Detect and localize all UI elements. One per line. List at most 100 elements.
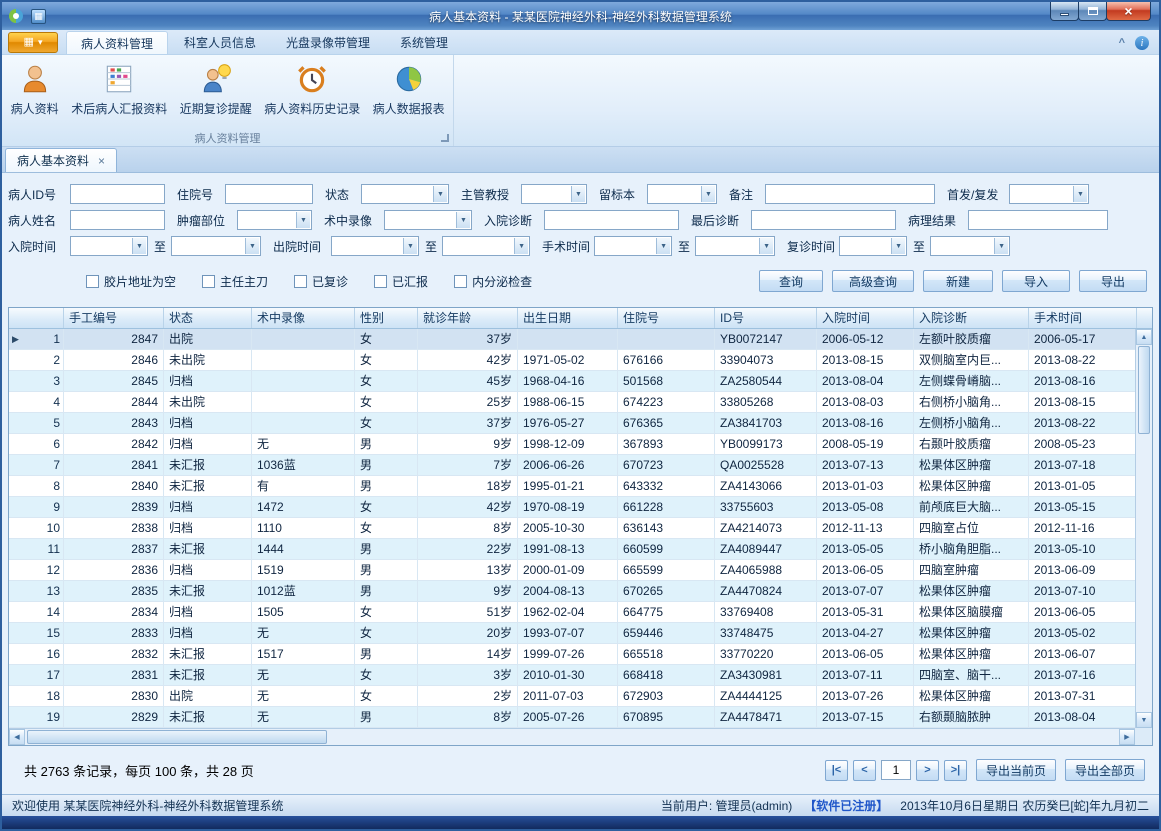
ribbon-button-patient-report[interactable]: 病人数据报表 [366,58,451,128]
column-header-manual-no[interactable]: 手工编号 [64,308,164,328]
export-current-page-button[interactable]: 导出当前页 [976,759,1056,781]
dropdown-arrow-icon[interactable]: ▼ [656,238,670,254]
info-icon[interactable]: i [1135,36,1149,50]
query-button[interactable]: 查询 [759,270,823,292]
doc-tab-patient-basic-data[interactable]: 病人基本资料 × [5,148,117,172]
dropdown-arrow-icon[interactable]: ▼ [132,238,146,254]
table-row[interactable]: 102838归档1110女8岁2005-10-30636143ZA4214073… [9,518,1137,539]
dropdown-arrow-icon[interactable]: ▼ [245,238,259,254]
dropdown-arrow-icon[interactable]: ▼ [571,186,585,202]
next-page-button[interactable]: > [916,760,939,781]
column-header-surgery-video[interactable]: 术中录像 [252,308,355,328]
checkbox-film-address-empty[interactable]: 胶片地址为空 [86,273,176,290]
table-row[interactable]: 92839归档1472女42岁1970-08-19661228337556032… [9,497,1137,518]
table-row[interactable]: 32845归档女45岁1968-04-16501568ZA25805442013… [9,371,1137,392]
ribbon-button-patient-history[interactable]: 病人资料历史记录 [258,58,366,128]
table-row[interactable]: ▶12847出院女37岁YB00721472006-05-12左额叶胶质瘤200… [9,329,1137,350]
registration-status[interactable]: 【软件已注册】 [804,797,888,814]
table-row[interactable]: 112837未汇报1444男22岁1991-08-13660599ZA40894… [9,539,1137,560]
patient-name-input[interactable] [70,210,165,230]
column-header-surgery-date[interactable]: 手术时间 [1029,308,1137,328]
admission-diagnosis-input[interactable] [544,210,679,230]
column-header-status[interactable]: 状态 [164,308,252,328]
surgery-date-to[interactable]: ▼ [695,236,775,256]
discharge-date-to[interactable]: ▼ [442,236,530,256]
ribbon-button-revisit-reminder[interactable]: 近期复诊提醒 [173,58,258,128]
dropdown-arrow-icon[interactable]: ▼ [1073,186,1087,202]
table-row[interactable]: 142834归档1505女51岁1962-02-0466477533769408… [9,602,1137,623]
prev-page-button[interactable]: < [853,760,876,781]
dialog-launcher-icon[interactable] [441,134,449,142]
import-button[interactable]: 导入 [1002,270,1070,292]
dropdown-arrow-icon[interactable]: ▼ [994,238,1008,254]
dropdown-arrow-icon[interactable]: ▼ [433,186,447,202]
dropdown-arrow-icon[interactable]: ▼ [701,186,715,202]
checkbox-reported[interactable]: 已汇报 [374,273,428,290]
status-select[interactable]: ▼ [361,184,449,204]
ribbon-tab-system-management[interactable]: 系统管理 [386,31,462,54]
patient-id-input[interactable] [70,184,165,204]
advanced-query-button[interactable]: 高级查询 [832,270,914,292]
admission-date-to[interactable]: ▼ [171,236,261,256]
ribbon-tab-patient-data-management[interactable]: 病人资料管理 [66,31,168,54]
dropdown-arrow-icon[interactable]: ▼ [403,238,417,254]
maximize-button[interactable] [1078,2,1107,21]
table-row[interactable]: 22846未出院女42岁1971-05-02676166339040732013… [9,350,1137,371]
column-header-admission-date[interactable]: 入院时间 [817,308,914,328]
ribbon-button-postop-report-data[interactable]: 术后病人汇报资料 [65,58,173,128]
column-header-admission-diagnosis[interactable]: 入院诊断 [914,308,1029,328]
pathology-result-input[interactable] [968,210,1108,230]
quick-access-icon[interactable]: ▦ [31,9,46,24]
table-row[interactable]: 192829未汇报无男8岁2005-07-26670895ZA447847120… [9,707,1137,728]
dropdown-arrow-icon[interactable]: ▼ [456,212,470,228]
table-row[interactable]: 122836归档1519男13岁2000-01-09665599ZA406598… [9,560,1137,581]
minimize-button[interactable] [1050,2,1079,21]
table-row[interactable]: 62842归档无男9岁1998-12-09367893YB00991732008… [9,434,1137,455]
export-all-pages-button[interactable]: 导出全部页 [1065,759,1145,781]
dropdown-arrow-icon[interactable]: ▼ [514,238,528,254]
app-menu-button[interactable]: ▦ ▾ [8,32,58,53]
discharge-date-from[interactable]: ▼ [331,236,419,256]
surgery-date-from[interactable]: ▼ [594,236,672,256]
surgery-video-select[interactable]: ▼ [384,210,472,230]
vertical-scrollbar[interactable]: ▲ ▼ [1135,329,1152,728]
close-tab-icon[interactable]: × [98,155,105,167]
admission-date-from[interactable]: ▼ [70,236,148,256]
close-button[interactable]: × [1106,2,1151,21]
vertical-scroll-thumb[interactable] [1138,346,1150,434]
table-row[interactable]: 52843归档女37岁1976-05-27676365ZA38417032013… [9,413,1137,434]
horizontal-scrollbar[interactable]: ◀ ▶ [9,728,1135,745]
dropdown-arrow-icon[interactable]: ▼ [759,238,773,254]
final-diagnosis-input[interactable] [751,210,896,230]
table-row[interactable]: 132835未汇报1012蓝男9岁2004-08-13670265ZA44708… [9,581,1137,602]
checkbox-chief-surgeon[interactable]: 主任主刀 [202,273,268,290]
horizontal-scroll-thumb[interactable] [27,730,327,744]
dropdown-arrow-icon[interactable]: ▼ [891,238,905,254]
ribbon-button-patient-data[interactable]: 病人资料 [4,58,65,128]
scroll-left-icon[interactable]: ◀ [9,729,25,745]
table-row[interactable]: 82840未汇报有男18岁1995-01-21643332ZA414306620… [9,476,1137,497]
ribbon-tab-department-staff[interactable]: 科室人员信息 [170,31,270,54]
table-row[interactable]: 172831未汇报无女3岁2010-01-30668418ZA343098120… [9,665,1137,686]
table-row[interactable]: 152833归档无女20岁1993-07-0765944633748475201… [9,623,1137,644]
scroll-down-icon[interactable]: ▼ [1136,712,1152,728]
column-header-inpatient-no[interactable]: 住院号 [618,308,715,328]
remark-input[interactable] [765,184,935,204]
page-number-input[interactable] [881,760,911,780]
scroll-right-icon[interactable]: ▶ [1119,729,1135,745]
checkbox-endocrine-exam[interactable]: 内分泌检查 [454,273,532,290]
tumor-site-select[interactable]: ▼ [237,210,312,230]
table-row[interactable]: 42844未出院女25岁1988-06-15674223338052682013… [9,392,1137,413]
export-button[interactable]: 导出 [1079,270,1147,292]
ribbon-tab-disc-video-management[interactable]: 光盘录像带管理 [272,31,384,54]
column-header-age-at-visit[interactable]: 就诊年龄 [418,308,518,328]
specimen-select[interactable]: ▼ [647,184,717,204]
table-row[interactable]: 182830出院无女2岁2011-07-03672903ZA4444125201… [9,686,1137,707]
scroll-up-icon[interactable]: ▲ [1136,329,1152,345]
ribbon-collapse-button[interactable]: ^ [1119,38,1125,49]
table-row[interactable]: 162832未汇报1517男14岁1999-07-266655183377022… [9,644,1137,665]
dropdown-arrow-icon[interactable]: ▼ [296,212,310,228]
column-header-birth-date[interactable]: 出生日期 [518,308,618,328]
app-logo-icon[interactable] [8,8,24,24]
first-recurrent-select[interactable]: ▼ [1009,184,1089,204]
